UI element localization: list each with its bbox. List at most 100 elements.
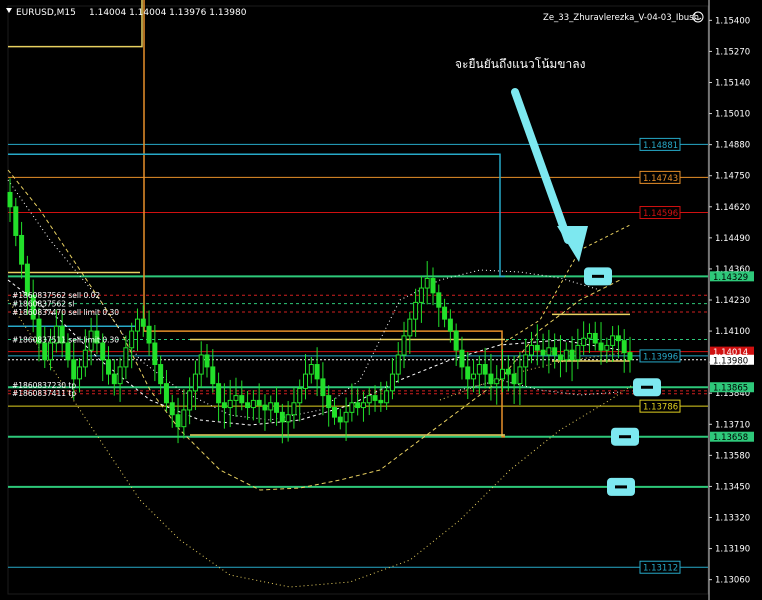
yellow-dashed-curve xyxy=(7,169,621,491)
axis-tick-label: 1.15140 xyxy=(715,78,750,88)
marker-dash-icon xyxy=(592,274,604,278)
level-labels: 1.14881 1.14743 1.14596 1.13996 1.13786 1.131… xyxy=(639,137,681,574)
ohlc-readout: 1.14004 1.14004 1.13976 1.13980 xyxy=(89,8,247,18)
candle-body xyxy=(158,364,164,385)
candle-body xyxy=(523,354,529,368)
axis-tick-label: 1.15400 xyxy=(715,16,750,26)
blue-step xyxy=(8,153,505,278)
chart-menu-triangle-icon[interactable] xyxy=(6,8,12,13)
candle-body xyxy=(216,383,222,404)
axis-tick-label: 1.13060 xyxy=(715,576,750,586)
candle-body xyxy=(140,318,146,327)
symbol-timeframe: EURUSD,M15 xyxy=(16,8,76,18)
yellow-top-step xyxy=(8,0,143,48)
candle-body xyxy=(627,352,633,361)
axis-tick-label: 1.13190 xyxy=(715,545,750,555)
candle-body xyxy=(82,349,88,368)
axis-tick-label: 1.13710 xyxy=(715,420,750,430)
candle-body xyxy=(343,411,349,423)
candle-body xyxy=(233,395,239,401)
candle-body xyxy=(326,395,332,409)
candle-body xyxy=(227,399,233,409)
candle-body xyxy=(488,373,494,385)
level-label: 1.13996 xyxy=(643,352,678,362)
candle-body xyxy=(331,407,337,418)
candle-body xyxy=(42,342,48,361)
candle-body xyxy=(360,402,366,409)
candle-body xyxy=(528,344,534,356)
axis-price-tag-label: 1.13658 xyxy=(713,433,748,443)
level-label: 1.14596 xyxy=(643,209,678,219)
axis-tick-label: 1.14100 xyxy=(715,327,750,337)
candle-body xyxy=(407,318,413,337)
candle-body xyxy=(494,378,500,385)
candle-body xyxy=(19,234,25,265)
candle-body xyxy=(459,349,465,368)
candle-body xyxy=(221,402,227,409)
candle-body xyxy=(100,342,106,361)
axis-tick-label: 1.13320 xyxy=(715,514,750,524)
candle-body xyxy=(378,399,384,404)
candle-body xyxy=(557,354,563,361)
candle-body xyxy=(65,342,71,361)
candle-body xyxy=(384,390,390,404)
axis-tick-label: 1.15270 xyxy=(715,47,750,57)
axis-tick-label: 1.14230 xyxy=(715,296,750,306)
candle-body xyxy=(198,354,204,375)
candle-body xyxy=(291,402,297,416)
candle-body xyxy=(505,368,511,375)
price-levels xyxy=(8,143,708,568)
candle-body xyxy=(239,395,245,404)
candle-body xyxy=(314,364,320,380)
trading-chart[interactable]: #1860837562 sell 0.02 #1860837562 sl #1860… xyxy=(0,0,762,600)
candle-body xyxy=(355,402,361,409)
candle-body xyxy=(424,277,430,289)
candle-body xyxy=(7,191,13,208)
candle-body xyxy=(245,402,251,409)
candle-body xyxy=(436,292,442,308)
candle-body xyxy=(586,332,592,339)
marker-dash-icon xyxy=(619,435,631,439)
candle-body xyxy=(453,330,459,351)
candle-body xyxy=(256,399,262,406)
candle-body xyxy=(349,402,355,413)
level-label: 1.14743 xyxy=(643,174,678,184)
candle-body xyxy=(471,373,477,380)
axis-price-tag-label: 1.13980 xyxy=(713,356,748,366)
candle-body xyxy=(615,335,621,342)
candle-body xyxy=(268,402,274,411)
chart-canvas[interactable]: #1860837562 sell 0.02#1860837562 sl#1860… xyxy=(0,0,762,600)
candle-body xyxy=(297,387,303,404)
axis-tick-label: 1.13580 xyxy=(715,451,750,461)
order-label: #1860837511 sell limit 0.30 xyxy=(12,335,119,344)
candle-body xyxy=(146,325,152,344)
candle-body xyxy=(152,342,158,366)
candle-body xyxy=(210,366,216,385)
level-markers[interactable] xyxy=(584,267,661,496)
candle-body xyxy=(285,414,291,423)
candle-body xyxy=(250,399,256,409)
candle-body xyxy=(395,354,401,375)
candle-body xyxy=(418,287,424,303)
candle-body xyxy=(540,349,546,356)
candle-body xyxy=(372,395,378,401)
candle-body xyxy=(517,366,523,385)
level-label: 1.13786 xyxy=(643,403,678,413)
candle-body xyxy=(575,344,581,361)
candle-body xyxy=(303,373,309,389)
candle-body xyxy=(598,342,604,351)
candle-body xyxy=(511,373,517,385)
indicator-name: Ze_33_Zhuravlerezka_V-04-03_Ibush xyxy=(543,13,699,23)
candle-body xyxy=(430,277,436,294)
axis-tick-label: 1.14620 xyxy=(715,203,750,213)
level-label: 1.14881 xyxy=(643,141,678,151)
candle-body xyxy=(175,414,181,428)
candle-body xyxy=(581,337,587,346)
axis-tick-label: 1.14490 xyxy=(715,234,750,244)
candle-body xyxy=(13,206,19,236)
candle-body xyxy=(337,416,343,423)
axis-price-tag-label: 1.14329 xyxy=(713,273,748,283)
candle-body xyxy=(621,340,627,354)
candle-body xyxy=(569,349,575,361)
axis-tick-label: 1.14880 xyxy=(715,141,750,151)
